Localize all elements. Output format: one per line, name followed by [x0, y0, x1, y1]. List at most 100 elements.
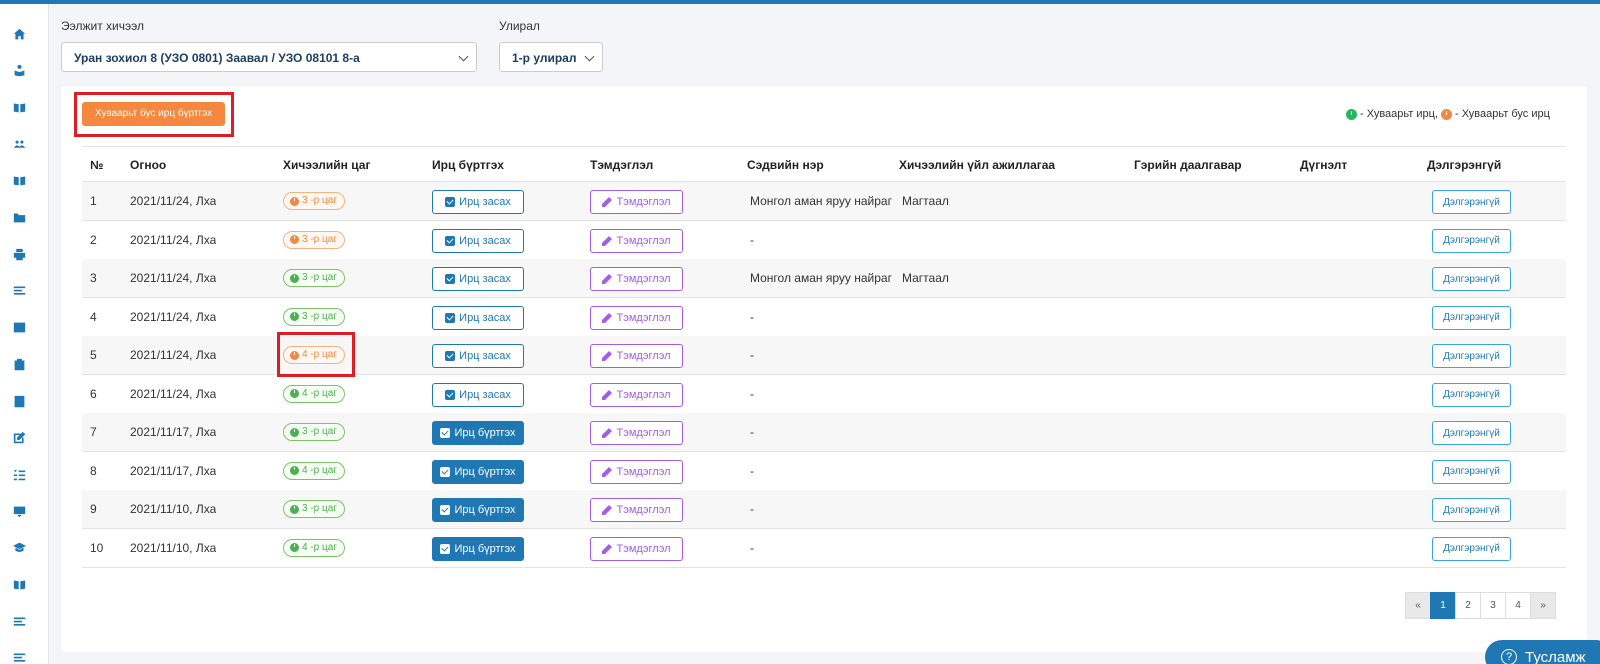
- checkbox-icon: [440, 505, 451, 515]
- legend-unscheduled: - Хуваарьт бус ирц: [1454, 108, 1550, 120]
- details-button[interactable]: Дэлгэрэнгүй: [1432, 190, 1511, 214]
- clock-icon: [290, 389, 299, 398]
- edit-attendance-button[interactable]: Ирц засах: [432, 267, 524, 291]
- note-button-label: Тэмдэглэл: [616, 273, 671, 285]
- row-number: 2: [90, 232, 97, 247]
- edit-attendance-button[interactable]: Ирц засах: [432, 305, 524, 330]
- row-date: 2021/11/24, Лха: [130, 271, 217, 285]
- pencil-icon: [602, 274, 613, 284]
- register-attendance-button[interactable]: Ирц бүртгэх: [432, 459, 524, 484]
- edit-attendance-button[interactable]: Ирц засах: [432, 344, 524, 368]
- details-button[interactable]: Дэлгэрэнгүй: [1432, 382, 1511, 407]
- row-number: 9: [90, 502, 97, 516]
- home-icon[interactable]: [12, 27, 26, 41]
- attendance-button-label: Ирц бүртгэх: [454, 465, 516, 478]
- course-select-value: Уран зохиол 8 (УЗО 0801) Заавал / УЗО 08…: [74, 51, 360, 65]
- prev-page-button[interactable]: «: [1405, 592, 1431, 619]
- note-button[interactable]: Тэмдэглэл: [590, 382, 683, 407]
- graduation-cap-icon[interactable]: [12, 541, 26, 555]
- irregular-attendance-button[interactable]: Хуваарьт бус ирц бүртгэх: [82, 102, 225, 126]
- folder-icon[interactable]: [12, 211, 26, 225]
- legend: - Хуваарьт ирц, - Хуваарьт бус ирц: [1346, 108, 1550, 120]
- details-button[interactable]: Дэлгэрэнгүй: [1432, 421, 1511, 445]
- note-button[interactable]: Тэмдэглэл: [590, 267, 683, 291]
- details-button[interactable]: Дэлгэрэнгүй: [1432, 536, 1511, 561]
- col-homework: Гэрийн даалгавар: [1134, 158, 1242, 172]
- checklist-icon[interactable]: [12, 467, 26, 481]
- edit-attendance-button[interactable]: Ирц засах: [432, 382, 524, 407]
- table-row: 7 2021/11/17, Лха 3 -р цаг Ирц бүртгэх Тэмдэ…: [82, 413, 1566, 452]
- note-button[interactable]: Тэмдэглэл: [590, 190, 683, 214]
- row-topic: -: [750, 348, 754, 362]
- row-number: 6: [90, 386, 97, 401]
- note-button[interactable]: Тэмдэглэл: [590, 344, 683, 368]
- lesson-hour-text: 3 -р цаг: [302, 503, 337, 514]
- presentation-icon[interactable]: [12, 504, 26, 518]
- details-button[interactable]: Дэлгэрэнгүй: [1432, 498, 1511, 522]
- row-number: 10: [90, 540, 104, 555]
- register-attendance-button[interactable]: Ирц бүртгэх: [432, 536, 524, 561]
- note-button[interactable]: Тэмдэглэл: [590, 421, 683, 445]
- details-button[interactable]: Дэлгэрэнгүй: [1432, 459, 1511, 484]
- note-button-label: Тэмдэглэл: [616, 427, 671, 439]
- edit-attendance-button[interactable]: Ирц засах: [432, 190, 524, 214]
- next-page-button[interactable]: »: [1530, 592, 1556, 619]
- users-icon[interactable]: [12, 137, 26, 151]
- book-icon[interactable]: [12, 100, 26, 114]
- book-open-icon[interactable]: [12, 174, 26, 188]
- row-activity: Магтаал: [902, 194, 949, 208]
- page-3-button[interactable]: 3: [1480, 592, 1506, 619]
- row-topic: -: [750, 540, 754, 555]
- menu-lines-icon[interactable]: [12, 614, 26, 628]
- checkbox-icon: [445, 274, 456, 284]
- term-select[interactable]: 1-р улирал: [499, 42, 603, 72]
- row-date: 2021/11/24, Лха: [130, 348, 217, 362]
- register-attendance-button[interactable]: Ирц бүртгэх: [432, 421, 524, 445]
- note-button-label: Тэмдэглэл: [616, 234, 671, 247]
- edit-attendance-button[interactable]: Ирц засах: [432, 228, 524, 253]
- row-number: 7: [90, 425, 97, 439]
- col-attendance: Ирц бүртгэх: [432, 158, 504, 172]
- note-button[interactable]: Тэмдэглэл: [590, 305, 683, 330]
- note-button-label: Тэмдэглэл: [616, 350, 671, 362]
- lesson-hour-text: 3 -р цаг: [302, 195, 337, 206]
- contact-card-icon[interactable]: [12, 394, 26, 408]
- page-4-button[interactable]: 4: [1505, 592, 1531, 619]
- col-date: Огноо: [130, 158, 167, 172]
- user-book-icon[interactable]: [12, 64, 26, 78]
- clipboard-icon[interactable]: [12, 357, 26, 371]
- page-2-button[interactable]: 2: [1455, 592, 1481, 619]
- lesson-hour-text: 4 -р цаг: [302, 387, 337, 399]
- row-number: 4: [90, 309, 97, 324]
- note-button[interactable]: Тэмдэглэл: [590, 536, 683, 561]
- clock-icon: [290, 350, 299, 360]
- page-1-button[interactable]: 1: [1430, 592, 1456, 619]
- clock-icon: [290, 312, 299, 321]
- book-open-icon[interactable]: [12, 578, 26, 592]
- note-button[interactable]: Тэмдэглэл: [590, 498, 683, 522]
- checkbox-icon: [440, 466, 451, 477]
- row-date: 2021/11/24, Лха: [130, 386, 217, 401]
- menu-lines-icon[interactable]: [12, 651, 26, 664]
- menu-lines-icon[interactable]: [12, 284, 26, 298]
- edit-icon[interactable]: [12, 431, 26, 445]
- clock-icon: [290, 235, 299, 244]
- note-button-label: Тэмдэглэл: [616, 388, 671, 401]
- details-button[interactable]: Дэлгэрэнгүй: [1432, 305, 1511, 330]
- note-button[interactable]: Тэмдэглэл: [590, 459, 683, 484]
- question-icon: ?: [1501, 649, 1517, 664]
- details-button[interactable]: Дэлгэрэнгүй: [1432, 228, 1511, 253]
- register-attendance-button[interactable]: Ирц бүртгэх: [432, 498, 524, 522]
- table-row: 6 2021/11/24, Лха 4 -р цаг Ирц засах Тэмдэгл…: [82, 375, 1566, 414]
- help-button[interactable]: ? Тусламж: [1485, 640, 1600, 664]
- details-button[interactable]: Дэлгэрэнгүй: [1432, 267, 1511, 291]
- row-date: 2021/11/24, Лха: [130, 194, 217, 208]
- checkbox-icon: [445, 351, 456, 361]
- printer-icon[interactable]: [12, 247, 26, 261]
- details-button[interactable]: Дэлгэрэнгүй: [1432, 344, 1511, 368]
- pencil-icon: [602, 389, 613, 400]
- lesson-hour-badge: 4 -р цаг: [283, 384, 345, 403]
- course-select[interactable]: Уран зохиол 8 (УЗО 0801) Заавал / УЗО 08…: [61, 42, 477, 72]
- table-icon[interactable]: [12, 321, 26, 335]
- note-button[interactable]: Тэмдэглэл: [590, 228, 683, 253]
